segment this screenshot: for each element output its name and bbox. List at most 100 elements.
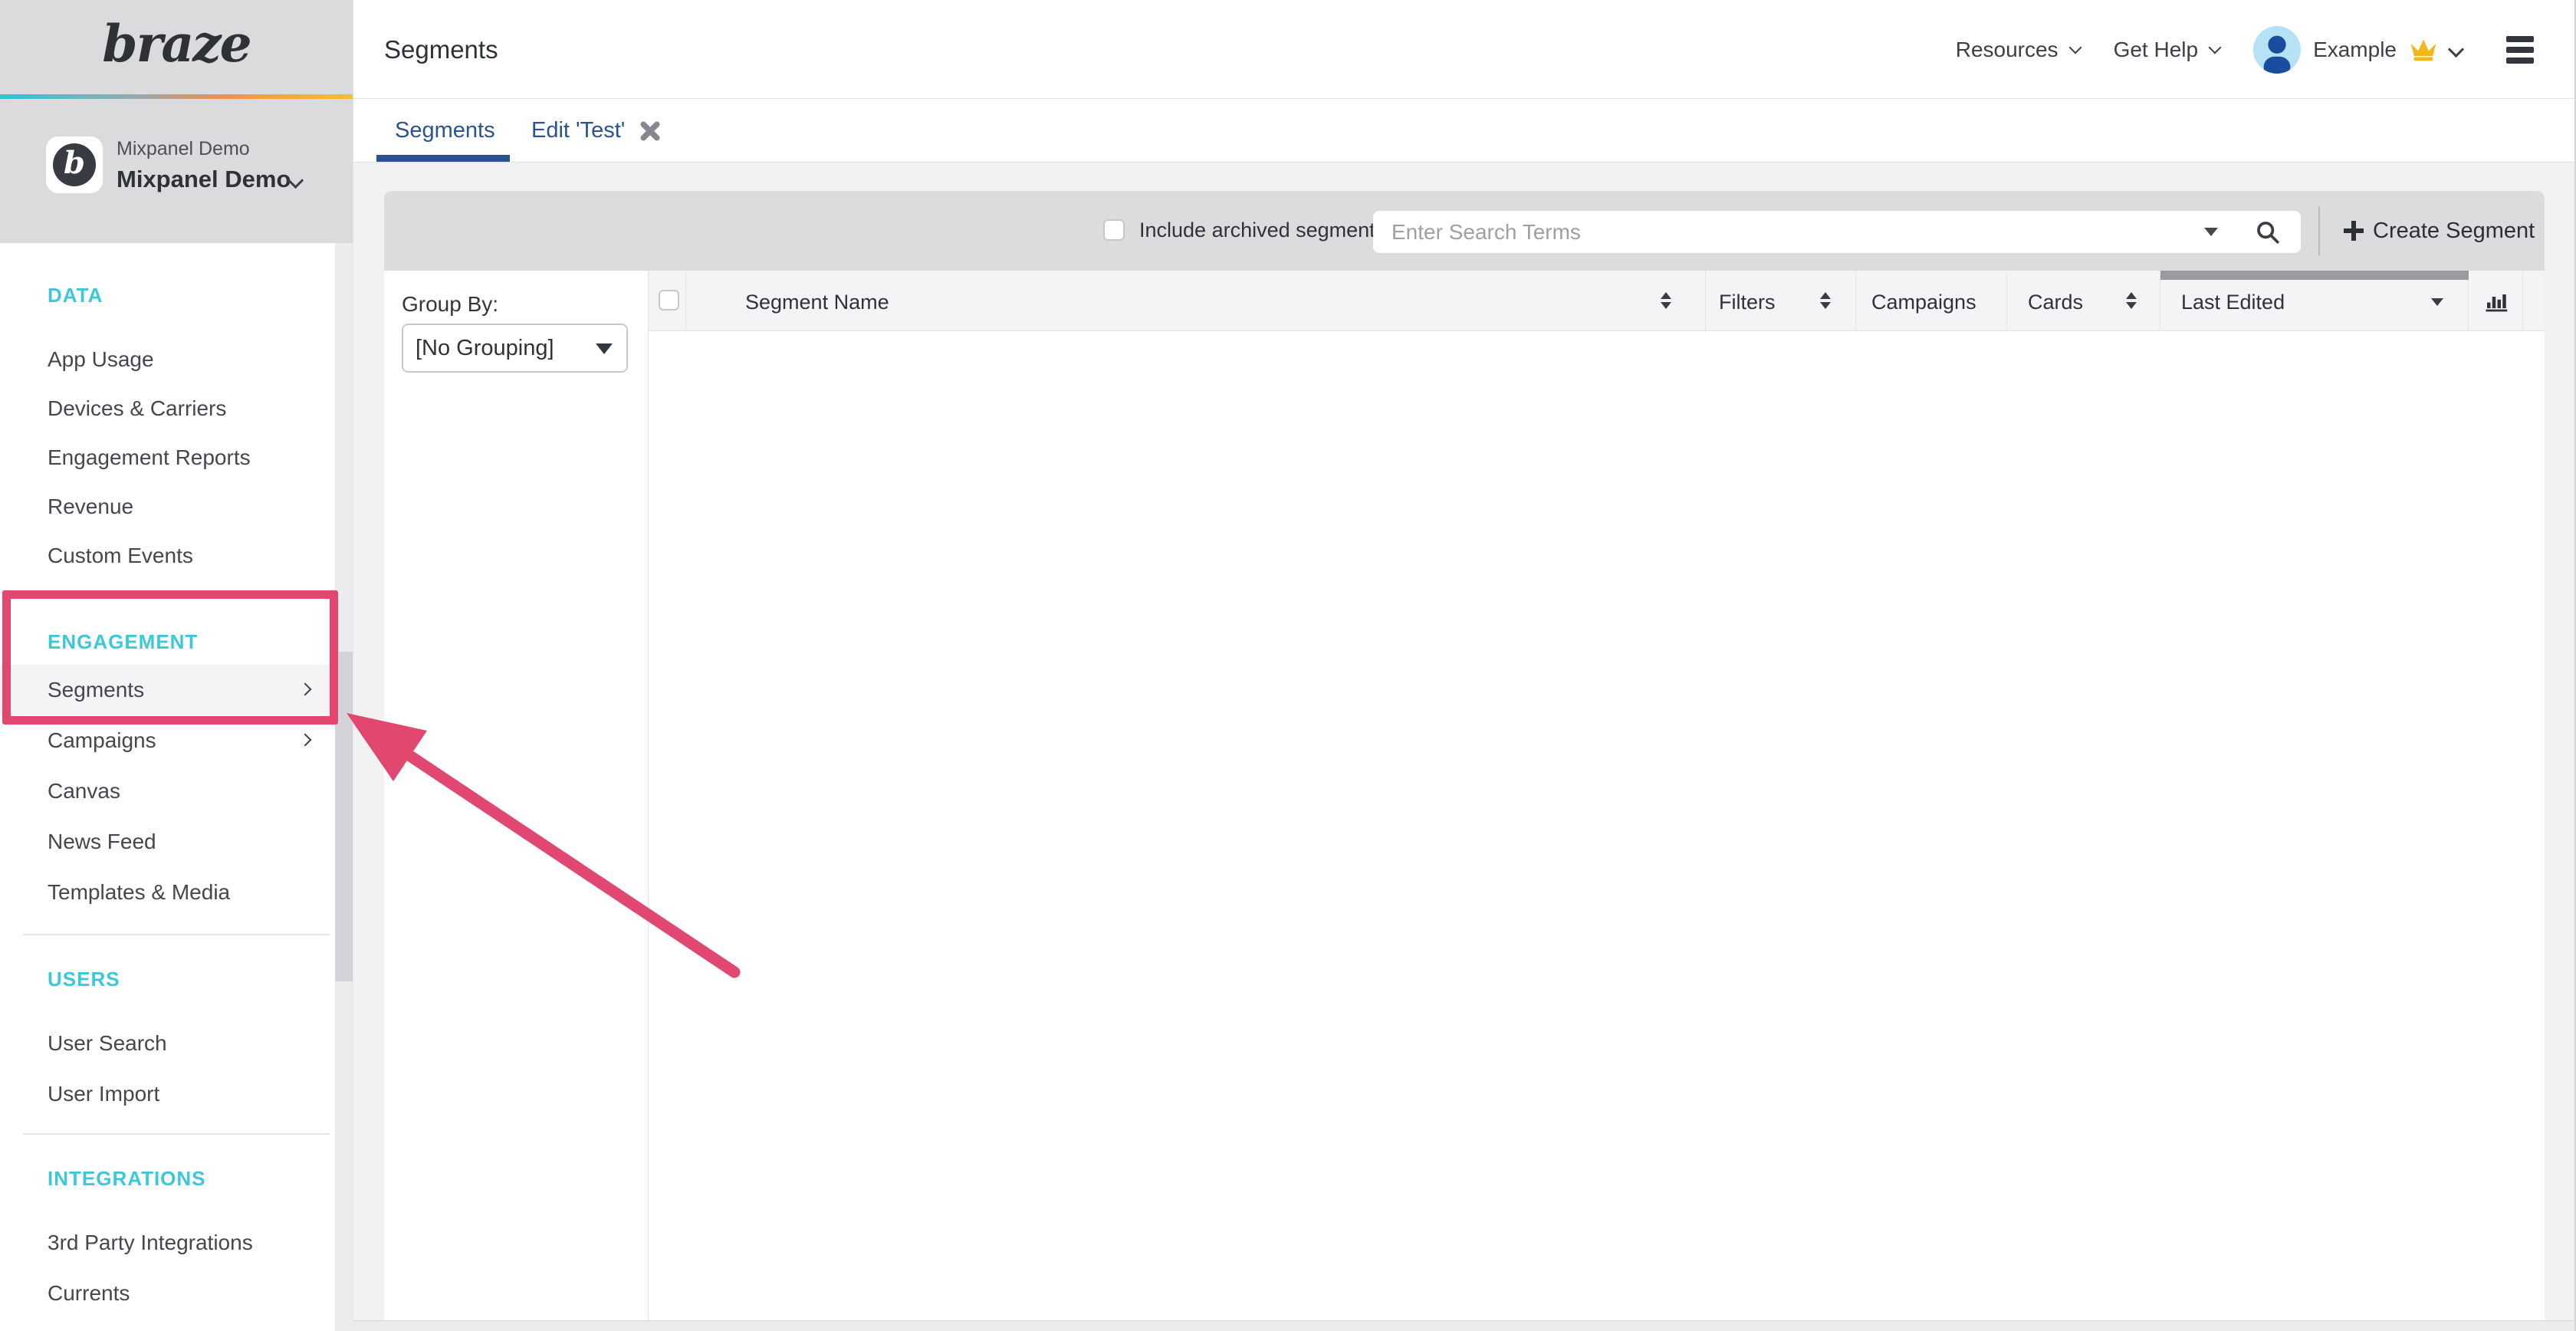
sort-up-arrow xyxy=(1820,292,1831,299)
header-right-menu: Resources Get Help Example xyxy=(1956,0,2534,99)
sort-icon[interactable] xyxy=(1661,292,1671,309)
sort-icon[interactable] xyxy=(1820,292,1831,309)
sidebar-scrollbar-track[interactable] xyxy=(335,243,353,1331)
search-input[interactable] xyxy=(1373,220,2204,245)
sort-down-arrow xyxy=(2126,302,2137,309)
sidebar-divider xyxy=(23,934,330,935)
tab-edit-test-label: Edit 'Test' xyxy=(531,118,625,143)
sidebar-item-user-search[interactable]: User Search xyxy=(0,1018,335,1069)
column-header-cards[interactable]: Cards xyxy=(2007,271,2160,331)
get-help-menu[interactable]: Get Help xyxy=(2114,38,2220,62)
select-all-checkbox[interactable] xyxy=(659,290,679,311)
sidebar-divider xyxy=(23,1133,330,1135)
sidebar-item-segments[interactable]: Segments xyxy=(0,665,335,715)
chevron-down-icon xyxy=(2209,41,2222,54)
top-header: Segments Resources Get Help Ex xyxy=(353,0,2576,99)
last-edited-sort-indicator-bar xyxy=(2160,271,2469,280)
sidebar: braze b Mixpanel Demo Mixpanel Demo DATA… xyxy=(0,0,353,1331)
column-header-filters-label: Filters xyxy=(1719,291,1776,314)
column-header-cards-label: Cards xyxy=(2028,291,2083,314)
table-header-spare-cell xyxy=(2523,271,2545,331)
filter-bar-divider xyxy=(2318,206,2320,255)
tab-bar: Segments Edit 'Test' xyxy=(353,99,2576,163)
group-by-select[interactable]: [No Grouping] xyxy=(402,324,628,373)
resources-menu[interactable]: Resources xyxy=(1956,38,2080,62)
tab-segments[interactable]: Segments xyxy=(395,99,495,163)
sidebar-heading-users: USERS xyxy=(48,968,120,991)
sidebar-item-segments-label: Segments xyxy=(48,678,144,702)
sidebar-heading-engagement: ENGAGEMENT xyxy=(48,630,198,654)
page-title: Segments xyxy=(384,35,498,64)
column-header-campaigns[interactable]: Campaigns xyxy=(1856,271,2007,331)
sort-icon[interactable] xyxy=(2126,292,2137,309)
braze-dashboard-screen: braze b Mixpanel Demo Mixpanel Demo DATA… xyxy=(0,0,2576,1331)
hamburger-bar xyxy=(2506,58,2534,64)
sidebar-item-devices-carriers[interactable]: Devices & Carriers xyxy=(0,383,335,434)
account-menu[interactable]: Example xyxy=(2253,26,2462,74)
table-header-checkbox-cell xyxy=(649,271,686,331)
sidebar-heading-integrations: INTEGRATIONS xyxy=(48,1167,206,1191)
sidebar-item-3rd-party-integrations[interactable]: 3rd Party Integrations xyxy=(0,1218,335,1268)
sidebar-item-campaigns[interactable]: Campaigns xyxy=(0,715,335,766)
sidebar-heading-data: DATA xyxy=(48,284,103,307)
column-header-analytics[interactable] xyxy=(2469,271,2523,331)
plus-icon xyxy=(2344,221,2364,241)
active-tab-underline xyxy=(376,155,510,162)
include-archived-checkbox[interactable] xyxy=(1103,219,1125,241)
get-help-menu-label: Get Help xyxy=(2114,38,2199,62)
create-segment-button-label: Create Segment xyxy=(2373,219,2535,244)
segments-table: Segment Name Filters Campaigns xyxy=(649,271,2545,1320)
search-icon[interactable] xyxy=(2255,219,2281,245)
sidebar-item-app-usage[interactable]: App Usage xyxy=(0,334,335,385)
workspace-name: Mixpanel Demo xyxy=(117,166,291,193)
sort-descending-icon[interactable] xyxy=(2431,298,2443,306)
column-header-last-edited[interactable]: Last Edited xyxy=(2160,271,2469,331)
chevron-right-icon xyxy=(299,683,312,696)
sort-up-arrow xyxy=(1661,292,1671,299)
resources-menu-label: Resources xyxy=(1956,38,2058,62)
sidebar-item-engagement-reports[interactable]: Engagement Reports xyxy=(0,432,335,483)
column-header-last-edited-label: Last Edited xyxy=(2181,291,2285,314)
group-by-panel: Group By: [No Grouping] xyxy=(384,271,649,1320)
hamburger-bar xyxy=(2506,47,2534,53)
sidebar-top-panel: braze b Mixpanel Demo Mixpanel Demo xyxy=(0,0,353,243)
search-dropdown-caret-icon[interactable] xyxy=(2204,228,2218,236)
account-user-name: Example xyxy=(2313,38,2397,62)
hamburger-menu-icon[interactable] xyxy=(2506,36,2534,64)
sidebar-item-campaigns-label: Campaigns xyxy=(48,728,156,752)
sidebar-scrollbar-thumb[interactable] xyxy=(335,652,353,981)
sidebar-item-templates-media[interactable]: Templates & Media xyxy=(0,867,335,918)
column-header-segment-name-label: Segment Name xyxy=(745,291,889,314)
create-segment-button[interactable]: Create Segment xyxy=(2344,191,2535,271)
close-tab-icon[interactable] xyxy=(639,120,662,143)
include-archived-label: Include archived segments xyxy=(1139,219,1385,242)
column-header-campaigns-label: Campaigns xyxy=(1871,291,1976,314)
workspace-app-icon-glyph: b xyxy=(53,143,96,186)
user-avatar xyxy=(2253,26,2301,74)
column-header-segment-name[interactable]: Segment Name xyxy=(686,271,1706,331)
group-by-caret-icon xyxy=(596,343,613,354)
sidebar-item-canvas[interactable]: Canvas xyxy=(0,766,335,817)
brand-gradient-divider xyxy=(0,94,353,99)
workspace-app-icon: b xyxy=(46,136,103,193)
hamburger-bar xyxy=(2506,36,2534,42)
bar-chart-icon[interactable] xyxy=(2482,288,2510,315)
sort-up-arrow xyxy=(2126,292,2137,299)
search-box xyxy=(1373,211,2301,253)
sidebar-item-news-feed[interactable]: News Feed xyxy=(0,817,335,867)
workspace-selector[interactable]: b Mixpanel Demo Mixpanel Demo xyxy=(46,136,337,198)
sort-down-arrow xyxy=(1661,302,1671,309)
horizontal-scrollbar-track[interactable] xyxy=(353,1320,2576,1331)
sidebar-item-user-import[interactable]: User Import xyxy=(0,1069,335,1119)
sort-down-arrow xyxy=(1820,302,1831,309)
tab-edit-test[interactable]: Edit 'Test' xyxy=(531,99,662,163)
account-chevron-down-icon xyxy=(2448,41,2464,58)
crown-icon xyxy=(2409,38,2438,61)
sidebar-item-custom-events[interactable]: Custom Events xyxy=(0,531,335,581)
sidebar-item-revenue[interactable]: Revenue xyxy=(0,481,335,532)
sidebar-item-currents[interactable]: Currents xyxy=(0,1268,335,1319)
group-by-selected-value: [No Grouping] xyxy=(416,336,554,361)
column-header-filters[interactable]: Filters xyxy=(1706,271,1856,331)
segments-page: Include archived segments Create Segment… xyxy=(353,163,2576,1331)
chevron-right-icon xyxy=(299,734,312,747)
